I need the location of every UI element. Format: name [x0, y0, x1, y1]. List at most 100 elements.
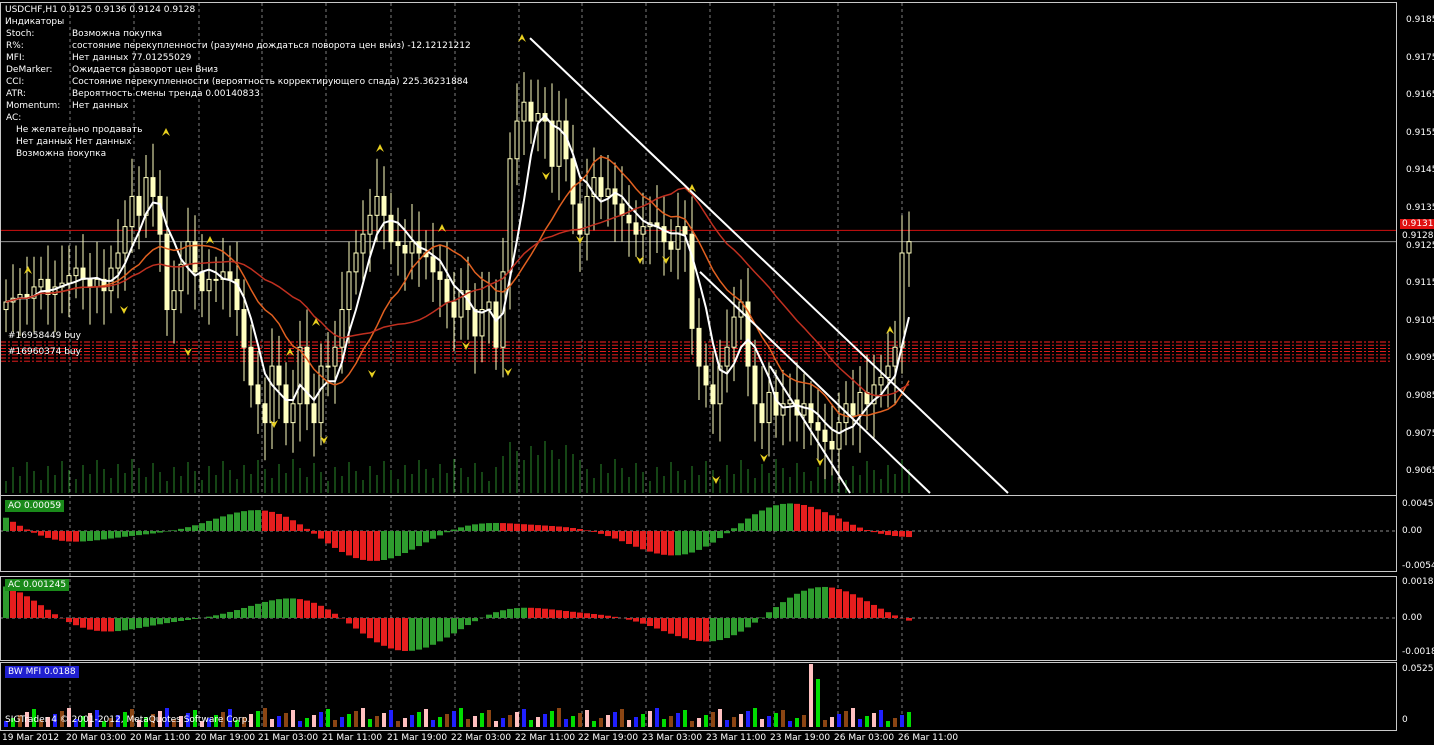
- mfi-bar: [529, 720, 533, 727]
- ac-bar: [10, 589, 16, 618]
- mfi-bar: [445, 714, 449, 727]
- indicator-value: Возможна покупка: [72, 29, 163, 39]
- mfi-bar: [550, 711, 554, 727]
- mfi-bar: [291, 710, 295, 727]
- candle-body: [493, 301, 499, 348]
- fractal-up-icon: [206, 236, 214, 244]
- ao-bar: [451, 529, 457, 531]
- candle-body: [213, 278, 219, 281]
- ac-bar: [703, 618, 709, 642]
- price-tick: 0.9155: [1406, 127, 1434, 138]
- ac-bar: [710, 618, 716, 642]
- ao-bar: [325, 531, 331, 544]
- mfi-bar: [410, 715, 414, 727]
- ao-bar: [143, 531, 149, 535]
- ao-bar: [59, 531, 65, 541]
- candle-body: [731, 316, 737, 348]
- ao-bar: [689, 531, 695, 553]
- candle-body: [136, 195, 142, 216]
- mfi-bar: [753, 708, 757, 727]
- fractal-up-icon: [688, 184, 696, 192]
- ac-bar: [563, 611, 569, 618]
- ac-bar: [437, 618, 443, 642]
- candle-body: [353, 252, 359, 273]
- ac-bar: [388, 618, 394, 649]
- ao-bar: [836, 518, 842, 531]
- candle-body: [255, 384, 261, 405]
- mfi-bar: [592, 721, 596, 727]
- ac-bar: [836, 589, 842, 618]
- ac-bar: [458, 618, 464, 630]
- ao-bar: [542, 525, 548, 531]
- mfi-bar: [669, 716, 673, 727]
- mfi-bar: [501, 718, 505, 727]
- ac-bar: [17, 592, 23, 618]
- fractal-down-icon: [504, 368, 512, 376]
- ac-bar: [171, 618, 177, 623]
- candle-body: [535, 113, 541, 122]
- ao-bar: [556, 526, 562, 531]
- candle-body: [549, 120, 555, 167]
- ao-zero: 0.00: [1402, 526, 1423, 536]
- ac-bar: [80, 618, 86, 628]
- ao-top: 0.00455: [1402, 499, 1434, 509]
- candle-body: [339, 309, 345, 348]
- ac-bar: [402, 618, 408, 651]
- order-label[interactable]: #16958449 buy: [8, 330, 81, 342]
- ao-bar: [101, 531, 107, 540]
- signal-line: Не желательно продавать: [16, 125, 143, 135]
- ac-bar: [297, 599, 303, 618]
- ao-bar: [318, 531, 324, 539]
- mfi-bar: [319, 712, 323, 727]
- ac-bar: [241, 607, 247, 618]
- ao-bar: [619, 531, 625, 542]
- candle-body: [66, 275, 72, 284]
- ao-bar: [73, 531, 79, 542]
- time-tick: 20 Mar 19:00: [195, 733, 256, 743]
- ac-bar: [626, 618, 632, 620]
- ao-bar: [332, 531, 338, 548]
- ac-bar: [465, 618, 471, 626]
- ac-bar: [584, 613, 590, 618]
- ac-bar: [507, 608, 513, 618]
- ac-bar: [122, 618, 128, 631]
- time-tick: 23 Mar 03:00: [642, 733, 703, 743]
- ao-bar: [801, 505, 807, 531]
- copyright: SIGTrader 4 © 2001-2012, MetaQuotes Soft…: [5, 715, 251, 725]
- ac-bar: [598, 614, 604, 618]
- mfi-bar: [676, 713, 680, 727]
- ao-bar: [612, 531, 618, 539]
- ac-bar: [311, 602, 317, 618]
- mfi-bar: [375, 716, 379, 727]
- ac-bar: [829, 587, 835, 618]
- mfi-bar: [417, 712, 421, 727]
- indicator-name: Stoch:: [6, 29, 35, 39]
- fractal-up-icon: [162, 128, 170, 136]
- candle-body: [157, 195, 163, 235]
- candle-body: [640, 226, 646, 235]
- ao-bar: [241, 511, 247, 531]
- candle-body: [815, 422, 821, 431]
- ac-bar: [486, 614, 492, 618]
- ac-bar: [360, 618, 366, 634]
- ac-bar: [633, 618, 639, 622]
- mfi-bar: [746, 711, 750, 727]
- mfi-bar: [907, 712, 911, 727]
- fractal-down-icon: [760, 454, 768, 462]
- candle-body: [269, 365, 275, 424]
- ao-bar: [549, 526, 555, 531]
- ac-bar: [514, 608, 520, 618]
- ac-bar: [318, 605, 324, 618]
- ao-bar: [3, 517, 9, 531]
- fractal-up-icon: [376, 144, 384, 152]
- mfi-bar: [683, 710, 687, 727]
- mfi-bar: [844, 711, 848, 727]
- candle-body: [752, 365, 758, 405]
- ac-bar: [444, 618, 450, 638]
- mfi-bar: [263, 708, 267, 727]
- order-label[interactable]: #16960374 buy: [8, 346, 81, 358]
- candle-body: [528, 101, 534, 122]
- candle-body: [514, 120, 520, 160]
- mfi-bar: [795, 718, 799, 727]
- mfi-bar: [326, 709, 330, 727]
